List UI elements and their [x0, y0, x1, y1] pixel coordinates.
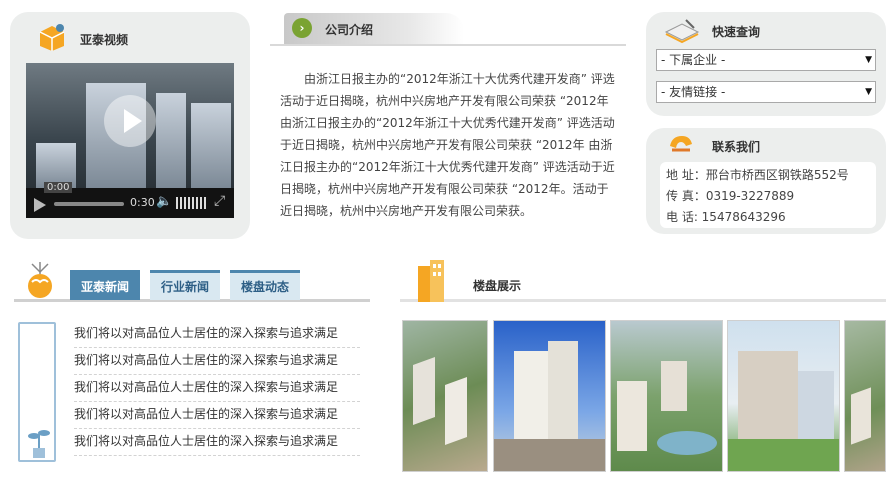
links-select-value: - 友情链接 -	[661, 85, 726, 99]
building-icon	[418, 260, 444, 302]
subsidiary-select-value: - 下属企业 -	[661, 53, 726, 67]
chevron-right-icon: ›	[292, 18, 312, 38]
project-thumbnail[interactable]	[493, 320, 606, 472]
project-thumbnail[interactable]	[402, 320, 488, 472]
play-button-icon[interactable]	[34, 198, 46, 212]
tab-yatai-news[interactable]: 亚泰新闻	[70, 270, 140, 300]
chevron-down-icon: ▼	[865, 87, 872, 97]
news-gift-icon	[28, 262, 52, 298]
news-item[interactable]: 我们将以对高品位人士居住的深入探索与追求满足	[74, 403, 360, 429]
intro-title: 公司介绍	[325, 23, 374, 37]
project-thumbnail[interactable]	[610, 320, 723, 472]
volume-icon[interactable]: 🔈	[156, 194, 172, 209]
seek-bar[interactable]	[54, 202, 124, 206]
news-item[interactable]: 我们将以对高品位人士居住的深入探索与追求满足	[74, 376, 360, 402]
time-current: 0:00	[44, 182, 73, 193]
chevron-down-icon: ▼	[865, 55, 872, 65]
video-box-icon	[39, 24, 65, 51]
video-player[interactable]: 0:00 0:30 🔈 ⤢	[26, 63, 234, 218]
video-controls: 0:00 0:30 🔈 ⤢	[26, 182, 234, 218]
news-item[interactable]: 我们将以对高品位人士居住的深入探索与追求满足	[74, 349, 360, 375]
subsidiary-select[interactable]: - 下属企业 - ▼	[656, 49, 876, 71]
video-panel-title: 亚泰视频	[80, 33, 129, 47]
tab-industry-news[interactable]: 行业新闻	[150, 270, 220, 300]
news-side-decoration	[18, 322, 56, 462]
phone-icon	[670, 136, 692, 152]
search-title: 快速查询	[712, 25, 761, 39]
play-icon[interactable]	[104, 95, 156, 147]
project-thumbnail[interactable]	[727, 320, 840, 472]
links-select[interactable]: - 友情链接 - ▼	[656, 81, 876, 103]
plant-icon	[28, 430, 50, 458]
intro-header	[270, 13, 626, 46]
news-item[interactable]: 我们将以对高品位人士居住的深入探索与追求满足	[74, 322, 360, 348]
contact-address: 地 址：邢台市桥西区钢铁路552号	[666, 168, 849, 182]
contact-title: 联系我们	[712, 140, 761, 154]
fullscreen-icon[interactable]: ⤢	[214, 193, 225, 209]
projects-title: 楼盘展示	[473, 279, 522, 293]
news-item[interactable]: 我们将以对高品位人士居住的深入探索与追求满足	[74, 430, 360, 456]
contact-fax: 传 真：0319-3227889	[666, 189, 795, 203]
intro-text: 由浙江日报主办的“2012年浙江十大优秀代建开发商” 评选活动于近日揭晓，杭州中…	[280, 72, 615, 218]
volume-bar[interactable]	[176, 197, 208, 209]
project-thumbnail[interactable]	[844, 320, 886, 472]
search-book-icon	[664, 19, 700, 44]
contact-phone: 电 话: 15478643296	[666, 210, 786, 224]
time-total: 0:30	[130, 196, 155, 209]
tab-property-news[interactable]: 楼盘动态	[230, 270, 300, 300]
